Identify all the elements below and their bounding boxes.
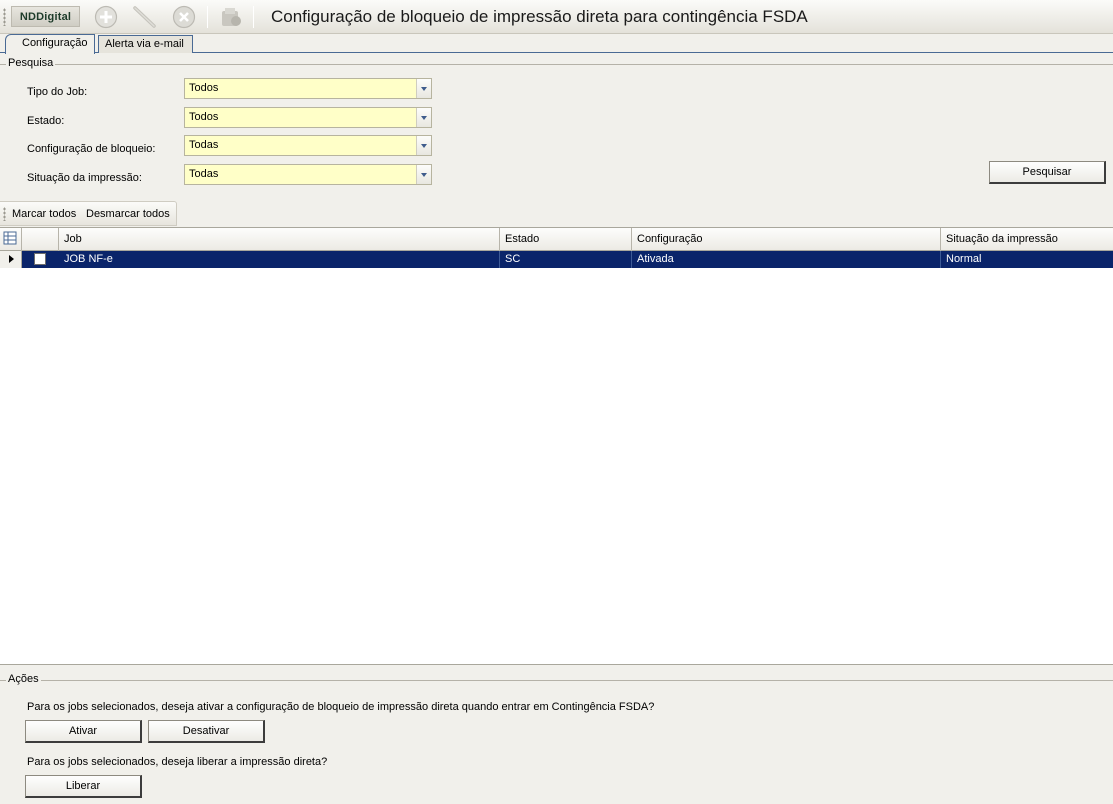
cell-configuration: Ativada bbox=[632, 251, 941, 268]
chevron-down-icon[interactable] bbox=[416, 108, 431, 127]
toolbar-separator bbox=[253, 6, 254, 28]
column-header-configuration[interactable]: Configuração bbox=[632, 228, 941, 251]
checkbox-column-header[interactable] bbox=[22, 228, 59, 251]
deactivate-button[interactable]: Desativar bbox=[148, 720, 265, 743]
job-type-value: Todos bbox=[189, 82, 219, 94]
print-status-value: Todas bbox=[189, 168, 219, 180]
search-group-border bbox=[0, 64, 1113, 65]
toolbar-separator bbox=[207, 6, 208, 28]
jobs-grid[interactable]: Job Estado Configuração Situação da impr… bbox=[0, 227, 1113, 665]
selection-toolbar: Marcar todos Desmarcar todos bbox=[0, 201, 177, 226]
edit-icon[interactable] bbox=[132, 5, 156, 29]
deselect-all-button[interactable]: Desmarcar todos bbox=[86, 208, 170, 220]
toolbar-grip[interactable] bbox=[3, 8, 6, 26]
row-checkbox[interactable] bbox=[34, 253, 46, 265]
delete-icon[interactable] bbox=[172, 5, 196, 29]
column-header-job[interactable]: Job bbox=[59, 228, 500, 251]
row-selector-icon[interactable] bbox=[0, 251, 22, 268]
job-type-select[interactable]: Todos bbox=[184, 78, 432, 99]
block-config-label: Configuração de bloqueio: bbox=[27, 143, 156, 155]
search-group-label: Pesquisa bbox=[6, 57, 56, 69]
activate-button[interactable]: Ativar bbox=[25, 720, 142, 743]
column-header-print-status[interactable]: Situação da impressão bbox=[941, 228, 1113, 251]
select-all-button[interactable]: Marcar todos bbox=[12, 208, 76, 220]
actions-group-border bbox=[0, 680, 1113, 681]
cell-job: JOB NF-e bbox=[59, 251, 500, 268]
chevron-down-icon[interactable] bbox=[416, 79, 431, 98]
column-chooser-icon[interactable] bbox=[0, 228, 22, 251]
grid-header: Job Estado Configuração Situação da impr… bbox=[0, 228, 1113, 251]
release-button[interactable]: Liberar bbox=[25, 775, 142, 798]
activate-question-text: Para os jobs selecionados, deseja ativar… bbox=[27, 701, 655, 713]
print-status-label: Situação da impressão: bbox=[27, 172, 142, 184]
report-icon[interactable] bbox=[218, 5, 242, 29]
toolbar-grip[interactable] bbox=[3, 207, 6, 221]
print-status-select[interactable]: Todas bbox=[184, 164, 432, 185]
cell-state: SC bbox=[500, 251, 632, 268]
search-button[interactable]: Pesquisar bbox=[989, 161, 1106, 184]
release-question-text: Para os jobs selecionados, deseja libera… bbox=[27, 756, 328, 768]
app-logo: NDDigital bbox=[11, 6, 80, 27]
chevron-down-icon[interactable] bbox=[416, 165, 431, 184]
tab-strip: Alerta via e-mail Configuração bbox=[0, 34, 1113, 54]
top-toolbar: NDDigital Configuração de bloqueio de im… bbox=[0, 0, 1113, 34]
chevron-down-icon[interactable] bbox=[416, 136, 431, 155]
state-select[interactable]: Todos bbox=[184, 107, 432, 128]
table-row[interactable]: JOB NF-e SC Ativada Normal bbox=[0, 251, 1113, 268]
state-label: Estado: bbox=[27, 115, 65, 127]
tab-email-alert[interactable]: Alerta via e-mail bbox=[98, 35, 193, 53]
page-title: Configuração de bloqueio de impressão di… bbox=[271, 7, 808, 26]
column-header-state[interactable]: Estado bbox=[500, 228, 632, 251]
job-type-label: Tipo do Job: bbox=[27, 86, 88, 98]
actions-group-label: Ações bbox=[6, 673, 41, 685]
block-config-select[interactable]: Todas bbox=[184, 135, 432, 156]
block-config-value: Todas bbox=[189, 139, 219, 151]
state-value: Todos bbox=[189, 111, 219, 123]
add-icon[interactable] bbox=[94, 5, 118, 29]
tab-configuration[interactable]: Configuração bbox=[5, 34, 95, 54]
cell-print-status: Normal bbox=[946, 253, 982, 265]
